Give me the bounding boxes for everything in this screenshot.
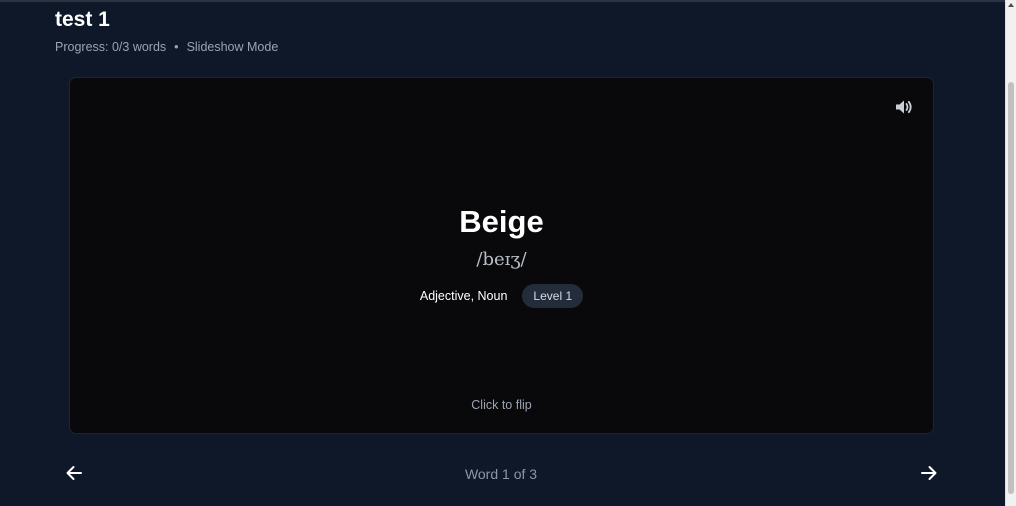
progress-text: Progress: 0/3 words bbox=[55, 40, 167, 54]
vertical-scrollbar[interactable] bbox=[1005, 0, 1016, 506]
top-border bbox=[0, 0, 1016, 2]
next-button[interactable] bbox=[918, 462, 940, 484]
scroll-up-arrow-icon[interactable] bbox=[1008, 3, 1014, 7]
progress-line: Progress: 0/3 words • Slideshow Mode bbox=[55, 39, 278, 55]
scrollbar-thumb[interactable] bbox=[1008, 82, 1014, 494]
word-meta: Adjective, Noun Level 1 bbox=[70, 284, 933, 308]
level-badge: Level 1 bbox=[522, 284, 584, 308]
part-of-speech: Adjective, Noun bbox=[419, 289, 508, 303]
separator-dot: • bbox=[174, 40, 179, 54]
word-counter: Word 1 of 3 bbox=[464, 466, 538, 482]
flashcard-word: Beige bbox=[459, 204, 544, 239]
flashcard[interactable]: Beige /beɪʒ/ Adjective, Noun Level 1 Clic… bbox=[69, 77, 934, 434]
flip-hint: Click to flip bbox=[471, 398, 532, 412]
arrow-right-icon bbox=[921, 466, 937, 480]
mode-text: Slideshow Mode bbox=[186, 40, 279, 54]
speaker-volume-icon[interactable] bbox=[894, 97, 914, 117]
app-viewport: test 1 Progress: 0/3 words • Slideshow Mod… bbox=[0, 0, 1016, 506]
page-title: test 1 bbox=[55, 8, 110, 31]
phonetic-transcription: /beɪʒ/ bbox=[476, 249, 527, 270]
